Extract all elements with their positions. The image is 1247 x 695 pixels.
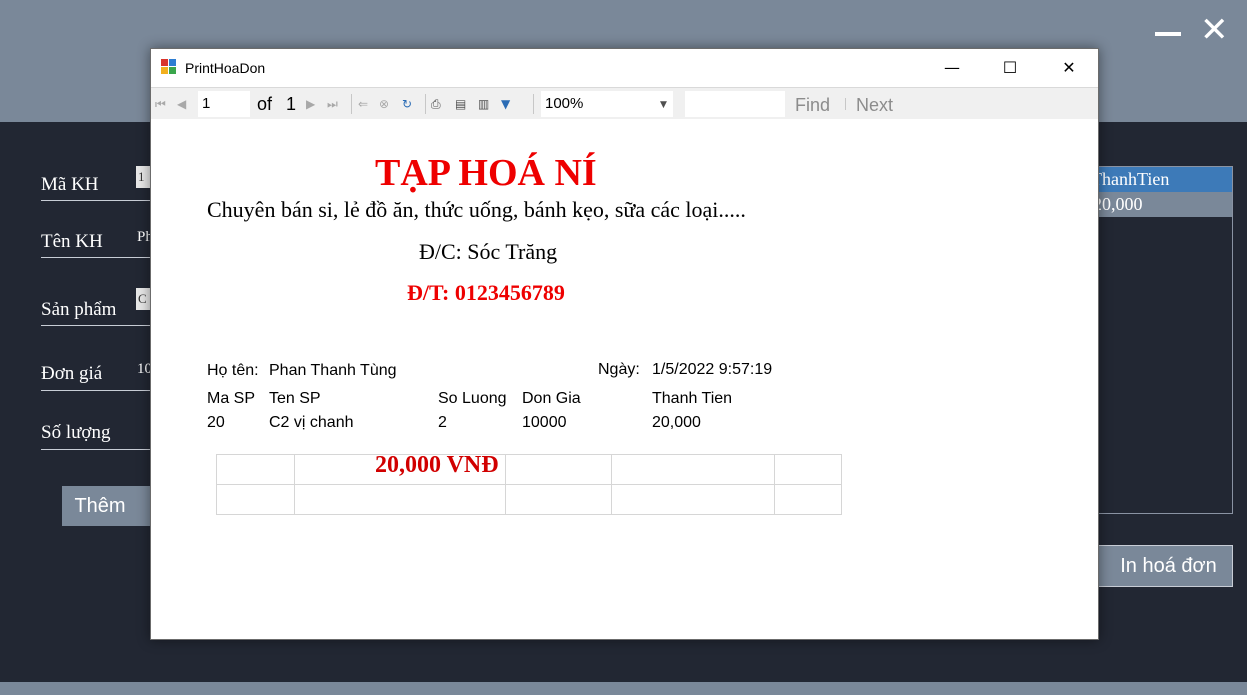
divider	[41, 325, 151, 326]
ma-kh-input[interactable]: 1	[136, 166, 150, 188]
column-header: Don Gia	[522, 390, 581, 407]
dialog-maximize-button[interactable]: ☐	[981, 49, 1039, 87]
san-pham-select[interactable]: C	[136, 288, 150, 310]
minimize-icon[interactable]	[1155, 32, 1181, 36]
table-cell: 10000	[522, 414, 567, 431]
shop-name: TẠP HOÁ NÍ	[375, 152, 597, 194]
table-cell: 20	[207, 414, 225, 431]
toolbar-separator	[845, 98, 846, 110]
add-button[interactable]: Thêm	[62, 486, 162, 526]
toolbar-separator	[351, 94, 352, 114]
grid-header-thanh-tien[interactable]: ThanhTien	[1099, 167, 1232, 192]
page-setup-icon[interactable]: ▥	[478, 95, 489, 113]
report-app-icon	[161, 59, 177, 75]
table-cell: C2 vị chanh	[269, 414, 354, 431]
grid-row[interactable]: 20,000	[1099, 192, 1232, 217]
shop-slogan: Chuyên bán si, lẻ đồ ăn, thức uống, bánh…	[207, 197, 746, 222]
field-label-so-luong: Số lượng	[41, 422, 111, 443]
divider	[41, 390, 151, 391]
close-icon[interactable]: ✕	[1200, 10, 1229, 50]
last-page-icon[interactable]: ⏭	[327, 95, 338, 113]
print-dialog: PrintHoaDon — ☐ ✕ ⏮ ◀ 1 of 1 ▶ ⏭ ⇐ ⊗ ↻ ⎙…	[150, 48, 1099, 640]
customer-name: Phan Thanh Tùng	[269, 362, 397, 379]
toolbar-separator	[425, 94, 426, 114]
dialog-titlebar[interactable]: PrintHoaDon — ☐ ✕	[151, 49, 1098, 87]
column-header: Thanh Tien	[652, 390, 733, 407]
field-label-san-pham: Sản phẩm	[41, 299, 117, 320]
dialog-minimize-button[interactable]: —	[923, 49, 981, 87]
total-grid	[216, 454, 842, 515]
column-header: So Luong	[438, 390, 507, 407]
print-layout-icon[interactable]: ▤	[455, 95, 466, 113]
page-of-label: of	[257, 94, 273, 114]
field-label-ten-kh: Tên KH	[41, 231, 103, 252]
divider	[41, 200, 151, 201]
report-page: TẠP HOÁ NÍ Chuyên bán si, lẻ đồ ăn, thức…	[151, 119, 1098, 639]
find-input[interactable]	[685, 91, 785, 117]
chevron-down-icon[interactable]: ▼	[660, 96, 667, 114]
export-icon[interactable]: ▼	[501, 95, 510, 113]
shop-phone: Đ/T: 0123456789	[407, 280, 565, 305]
page-number-input[interactable]: 1	[198, 91, 250, 117]
table-cell: 20,000	[652, 414, 701, 431]
date-value: 1/5/2022 9:57:19	[652, 361, 773, 378]
invoice-grid[interactable]: ThanhTien 20,000	[1098, 166, 1233, 514]
invoice-total: 20,000 VNĐ	[375, 452, 499, 478]
first-page-icon[interactable]: ⏮	[155, 95, 166, 113]
page-total: 1	[286, 94, 297, 114]
toolbar-separator	[533, 94, 534, 114]
stop-icon[interactable]: ⊗	[379, 95, 389, 113]
next-page-icon[interactable]: ▶	[306, 95, 315, 113]
print-icon[interactable]: ⎙	[431, 95, 441, 113]
dialog-title: PrintHoaDon	[185, 60, 266, 76]
app-footer-bar	[0, 682, 1247, 695]
prev-page-icon[interactable]: ◀	[177, 95, 186, 113]
shop-address: Đ/C: Sóc Trăng	[419, 239, 558, 264]
next-button[interactable]: Next	[856, 94, 893, 116]
zoom-select[interactable]: 100%	[541, 91, 673, 117]
field-label-ma-kh: Mã KH	[41, 174, 99, 195]
report-toolbar: ⏮ ◀ 1 of 1 ▶ ⏭ ⇐ ⊗ ↻ ⎙ ▤ ▥ ▼ 100% ▼ Find…	[151, 87, 1098, 119]
column-header: Ten SP	[269, 390, 321, 407]
back-icon[interactable]: ⇐	[358, 95, 368, 113]
print-invoice-button[interactable]: In hoá đơn	[1098, 545, 1233, 587]
column-header: Ma SP	[207, 390, 256, 407]
customer-label: Họ tên:	[207, 362, 259, 379]
date-label: Ngày:	[598, 361, 640, 378]
refresh-icon[interactable]: ↻	[402, 95, 412, 113]
table-cell: 2	[438, 414, 447, 431]
dialog-close-button[interactable]: ✕	[1040, 49, 1098, 87]
field-label-don-gia: Đơn giá	[41, 363, 103, 384]
divider	[41, 449, 151, 450]
find-button[interactable]: Find	[795, 94, 830, 116]
divider	[41, 257, 151, 258]
